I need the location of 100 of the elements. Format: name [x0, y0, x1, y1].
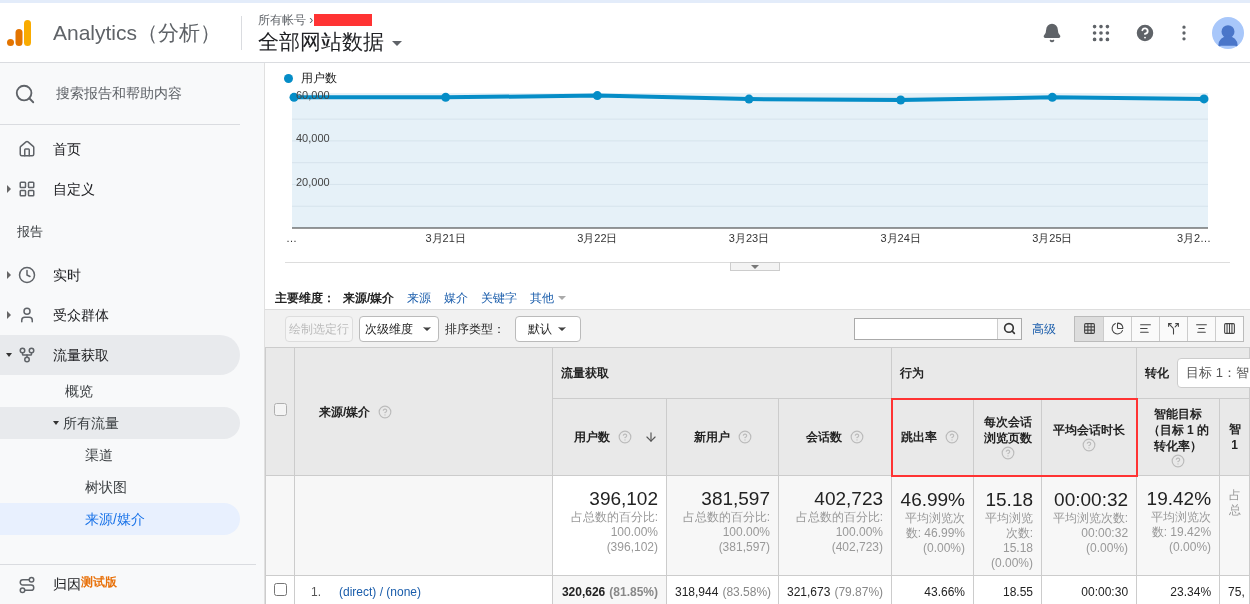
nav-label: 概览: [65, 381, 93, 401]
nav-item[interactable]: 首页: [0, 129, 240, 169]
row-checkbox[interactable]: [273, 582, 287, 596]
row-index: 1.: [311, 584, 321, 599]
nav-label: 受众群体: [53, 305, 109, 325]
nav-icon: [18, 180, 36, 198]
x-tick-label: 3月23日: [728, 232, 770, 244]
view-toggle[interactable]: [1075, 316, 1103, 341]
dimension-option[interactable]: 媒介: [444, 289, 469, 307]
nav-label: 所有流量: [63, 413, 119, 433]
legend-label: 用户数: [301, 70, 337, 87]
x-tick-label: 3月24日: [880, 232, 921, 244]
secondary-dimension-dropdown[interactable]: 次级维度: [359, 315, 439, 342]
data-point: [1047, 92, 1057, 102]
caret-right-icon[interactable]: [5, 271, 12, 279]
sort-dropdown[interactable]: 默认: [515, 315, 581, 342]
x-tick-label: 3月2…: [1176, 232, 1212, 244]
nav-label: 流量获取: [53, 345, 109, 365]
goal-dropdown[interactable]: 目标 1：智: [1177, 358, 1250, 388]
advanced-link[interactable]: 高级: [1032, 319, 1056, 338]
breadcrumb[interactable]: 所有帐号 ›: [258, 10, 314, 29]
nav-label: 实时: [53, 265, 81, 285]
beta-label: 测试版: [81, 574, 117, 589]
summary-detail: 占总: [1228, 488, 1242, 518]
y-tick-label: 40,000: [296, 132, 330, 145]
summary-detail: 平均浏览次数: 15.18 (0.00%): [984, 510, 1034, 571]
nav-icon: [18, 266, 36, 284]
column-group-header: 行为: [891, 347, 1137, 399]
caret-down-icon[interactable]: [5, 351, 12, 359]
summary-value: 396,102: [588, 488, 658, 510]
column-header[interactable]: 来源/媒介: [294, 347, 553, 476]
caret-right-icon[interactable]: [5, 185, 12, 193]
nav-item[interactable]: 自定义: [0, 169, 240, 209]
dimension-option[interactable]: 来源: [407, 289, 432, 307]
search-icon[interactable]: [1003, 322, 1016, 335]
collapse-handle[interactable]: [730, 262, 780, 271]
dimension-option[interactable]: 关键字: [481, 289, 518, 307]
nav-label: 渠道: [85, 445, 113, 465]
nav-icon: [18, 306, 36, 324]
summary-detail: 占总数的百分比: 100.00% (381,597): [681, 510, 770, 555]
source-link[interactable]: (direct) / (none): [339, 584, 422, 599]
column-group-header: 流量获取: [552, 347, 892, 399]
data-point: [744, 94, 754, 104]
y-tick-label: 20,000: [296, 175, 330, 188]
column-header[interactable]: 智能目标（目标 1 的转化率）: [1136, 398, 1220, 476]
nav-icon: [18, 346, 36, 364]
view-toggle[interactable]: [1159, 316, 1187, 341]
avatar[interactable]: [1212, 16, 1244, 49]
column-header[interactable]: 用户数: [552, 398, 667, 476]
nav-item[interactable]: 渠道: [0, 439, 240, 471]
dimension-label: 主要维度：: [275, 290, 335, 307]
caret-down-icon[interactable]: [53, 419, 59, 427]
column-header[interactable]: 每次会话浏览页数: [973, 398, 1042, 476]
grid-icon: [1082, 322, 1096, 335]
search-icon[interactable]: [14, 82, 36, 105]
summary-value: 19.42%: [1145, 488, 1212, 510]
dimension-option[interactable]: 其他: [530, 289, 567, 307]
pie-chart-icon: [1111, 322, 1124, 335]
columns-icon: [1223, 322, 1236, 335]
nav-item[interactable]: 受众群体: [0, 295, 240, 335]
data-point: [441, 92, 451, 102]
notifications-icon[interactable]: [1042, 22, 1062, 43]
nav-item[interactable]: 实时: [0, 255, 240, 295]
sort-label: 排序类型：: [445, 320, 505, 338]
summary-value: 381,597: [700, 488, 770, 510]
caret-down-icon: [392, 40, 403, 47]
summary-detail: 平均浏览次数: 46.99% (0.00%): [904, 510, 966, 556]
branch-icon: [1167, 322, 1180, 335]
table-cell: 320,626 (81.85%): [552, 575, 667, 604]
nav-item[interactable]: 来源/媒介: [0, 503, 240, 535]
app-title: Analytics（分析）: [53, 19, 222, 46]
nav-label: 来源/媒介: [85, 509, 145, 529]
view-selector[interactable]: 全部网站数据: [258, 28, 403, 55]
nav-icon: [18, 140, 36, 158]
column-header[interactable]: 新用户: [666, 398, 779, 476]
column-header[interactable]: 智 1: [1219, 398, 1250, 476]
summary-value: 15.18: [984, 488, 1034, 511]
column-header[interactable]: 跳出率: [891, 398, 974, 476]
summary-value: 402,723: [813, 488, 884, 510]
nav-label: 树状图: [85, 477, 127, 497]
view-toggle[interactable]: [1187, 316, 1215, 341]
nav-label: 自定义: [53, 179, 95, 199]
dimension-option[interactable]: 来源/媒介: [343, 289, 395, 307]
summary-detail: 平均浏览次数: 00:00:32 (0.00%): [1051, 510, 1129, 556]
nav-item[interactable]: 所有流量: [0, 407, 240, 439]
column-group-header: 转化 目标 1：智: [1136, 347, 1250, 399]
column-header[interactable]: 平均会话时长: [1041, 398, 1137, 476]
data-point: [896, 95, 906, 105]
nav-label[interactable]: 归因: [53, 574, 81, 595]
table-search-field[interactable]: [854, 317, 1022, 340]
search-field[interactable]: 搜索报告和帮助内容: [56, 83, 236, 104]
view-toggle[interactable]: [1215, 316, 1243, 341]
view-toggle[interactable]: [1103, 316, 1131, 341]
nav-item[interactable]: 流量获取: [0, 335, 240, 375]
caret-right-icon[interactable]: [5, 311, 12, 319]
nav-item[interactable]: 概览: [0, 375, 240, 407]
view-toggle[interactable]: [1131, 316, 1159, 341]
x-tick-label: 3月25日: [1032, 232, 1073, 244]
summary-detail: 占总数的百分比: 100.00% (396,102): [569, 510, 658, 555]
nav-item[interactable]: 树状图: [0, 471, 240, 503]
